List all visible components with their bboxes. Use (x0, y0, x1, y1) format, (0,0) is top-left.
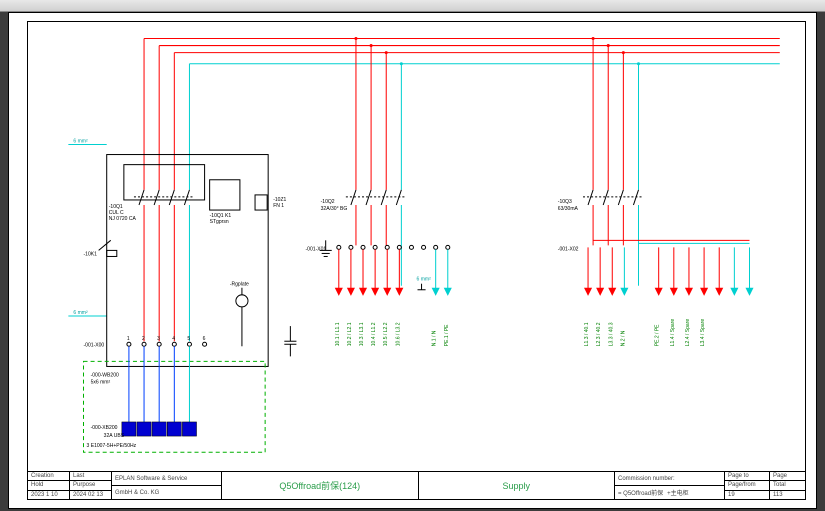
svg-text:PE.2 / PE: PE.2 / PE (655, 324, 661, 346)
svg-text:STgprsn: STgprsn (210, 219, 229, 225)
terminal-xb200 (122, 422, 197, 436)
svg-text:3 E1007-5H+PE/50Hz: 3 E1007-5H+PE/50Hz (87, 443, 137, 449)
page-title: Supply (419, 472, 615, 499)
wire-size-2: 6 mm² (73, 310, 88, 316)
svg-text:10.1 / L1.1: 10.1 / L1.1 (335, 322, 341, 346)
svg-text:L2.4 / Spare: L2.4 / Spare (685, 319, 691, 347)
svg-text:L2.3 / 40.2: L2.3 / 40.2 (596, 322, 602, 346)
tb-creation: Creation (28, 472, 69, 481)
svg-text:L3.3 / 40.3: L3.3 / 40.3 (608, 322, 614, 346)
svg-text:PE.1 / PE: PE.1 / PE (444, 324, 450, 346)
svg-text:3: 3 (157, 336, 160, 342)
svg-text:6 mm²: 6 mm² (417, 277, 432, 283)
ground-small (418, 284, 426, 290)
breaker2-tag: -10Q2 (321, 199, 335, 205)
svg-text:5: 5 (187, 336, 190, 342)
breaker-10q2 (346, 190, 407, 205)
svg-text:10.3 / L3.1: 10.3 / L3.1 (359, 322, 365, 346)
svg-text:6: 6 (203, 336, 206, 342)
dist1-terminals (337, 245, 450, 249)
plate-label: -Rgplate (230, 282, 249, 288)
project-title: Q5Offroad前保(124) (222, 472, 418, 499)
svg-text:63/30mA: 63/30mA (558, 206, 579, 212)
svg-text:N.2 / N: N.2 / N (620, 330, 626, 346)
svg-text:32A/30° BG: 32A/30° BG (321, 206, 348, 212)
dist2-tag: -001-X02 (558, 246, 579, 252)
title-block: Creation Hold 2023 1 10 Last Purpose 202… (28, 471, 805, 499)
terminal-x00-pins: 1 2 3 4 5 6 (127, 336, 207, 346)
schematic-svg: 6 mm² 6 mm² -10Q1 CUL C NJ 0720 CA (28, 22, 805, 499)
svg-text:N.1 / N: N.1 / N (432, 330, 438, 346)
svg-text:10.5 / L2.2: 10.5 / L2.2 (383, 322, 389, 346)
dist1-tag: -001-X01 (306, 246, 327, 252)
term-x00-tag: -001-X00 (84, 342, 105, 348)
wire-size-1: 6 mm² (73, 138, 88, 144)
arrow-group-2 (584, 247, 754, 295)
viewport: 6 mm² 6 mm² -10Q1 CUL C NJ 0720 CA (0, 0, 825, 511)
safety-tag: -10K1 (84, 251, 98, 257)
svg-text:10.4 / L1.2: 10.4 / L1.2 (371, 322, 377, 346)
svg-text:NJ 0720 CA: NJ 0720 CA (109, 216, 137, 222)
svg-text:4: 4 (172, 336, 175, 342)
cable2-tag: -000-XB200 (91, 425, 118, 431)
svg-text:5x6 mm²: 5x6 mm² (91, 380, 111, 386)
tab-strip (0, 0, 825, 12)
drawing-frame: 6 mm² 6 mm² -10Q1 CUL C NJ 0720 CA (27, 21, 806, 500)
svg-text:L1.4 / Spare: L1.4 / Spare (670, 319, 676, 347)
arrow-labels-2: L1.3 / 40.1 L2.3 / 40.2 L3.3 / 40.3 N.2 … (584, 319, 706, 347)
cable1-tag: -000-WB200 (91, 373, 119, 379)
safety-relay (99, 240, 117, 256)
svg-text:FN 1: FN 1 (273, 203, 284, 209)
svg-text:L1.3 / 40.1: L1.3 / 40.1 (584, 322, 590, 346)
breaker-10q3 (583, 190, 644, 205)
svg-text:32A UBS: 32A UBS (104, 433, 125, 439)
arrow-labels-1: 10.1 / L1.1 10.2 / L2.1 10.3 / L3.1 10.4… (335, 322, 450, 346)
arrow-group-1 (335, 249, 452, 295)
drawing-canvas[interactable]: 6 mm² 6 mm² -10Q1 CUL C NJ 0720 CA (8, 12, 817, 509)
svg-text:1: 1 (127, 336, 130, 342)
breaker3-tag: -10Q3 (558, 199, 572, 205)
svg-text:10.6 / L3.2: 10.6 / L3.2 (395, 322, 401, 346)
svg-text:2: 2 (142, 336, 145, 342)
main-breaker (134, 190, 195, 205)
svg-text:L3.4 / Spare: L3.4 / Spare (700, 319, 706, 347)
ground-2 (284, 326, 296, 356)
svg-text:10.2 / L2.1: 10.2 / L2.1 (347, 322, 353, 346)
